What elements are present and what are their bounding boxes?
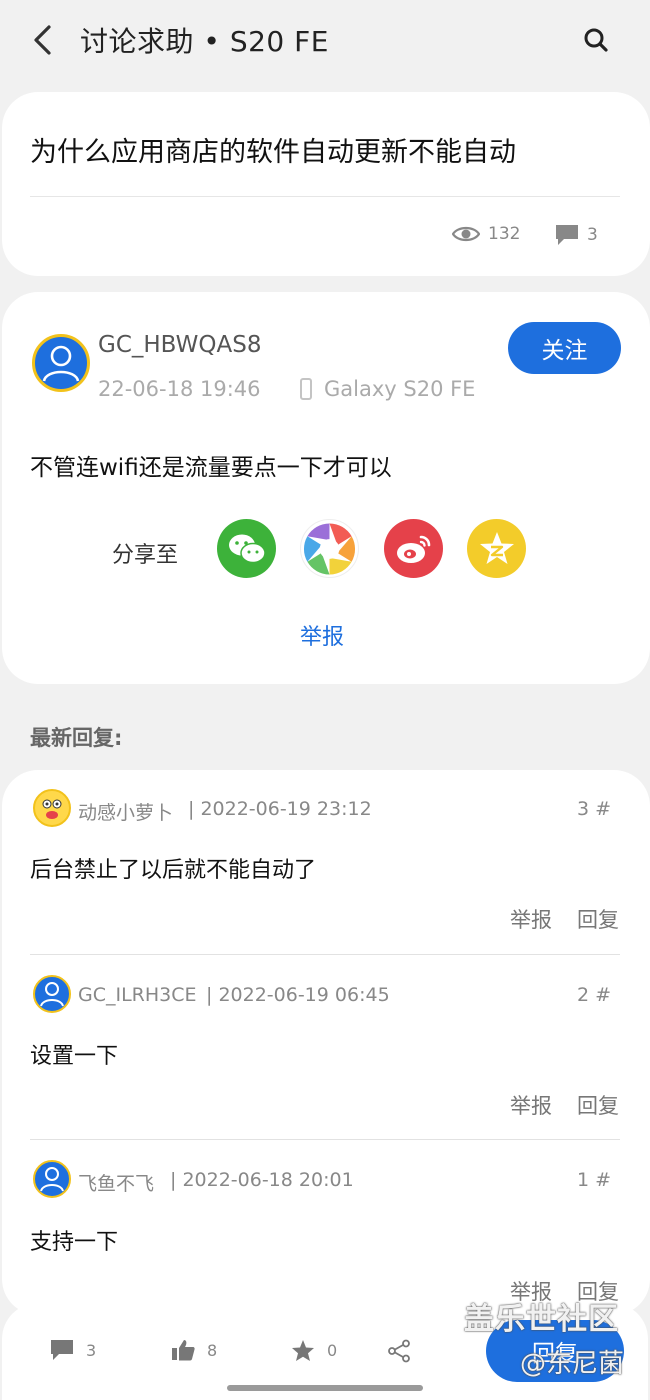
star-icon — [292, 1340, 314, 1361]
reply-button[interactable]: 回复 — [577, 1090, 619, 1120]
cartoon-avatar-icon — [42, 799, 62, 819]
moments-icon — [303, 522, 356, 575]
reply-text: 后台禁止了以后就不能自动了 — [30, 858, 317, 883]
share-moments-button[interactable] — [300, 519, 359, 578]
search-button[interactable] — [578, 22, 614, 58]
favorites-count: 0 — [327, 1341, 338, 1360]
post-device: Galaxy S20 FE — [300, 377, 475, 401]
home-indicator[interactable] — [227, 1385, 423, 1391]
watermark: 盖乐世社区 — [464, 1302, 619, 1337]
avatar[interactable] — [33, 789, 71, 827]
phone-icon — [300, 378, 312, 400]
reply-author[interactable]: 动感小萝卜 — [78, 798, 173, 825]
share-button[interactable] — [387, 1339, 423, 1363]
view-count: 132 — [452, 224, 520, 244]
report-post-link[interactable]: 举报 — [300, 619, 344, 651]
follow-button[interactable]: 关注 — [508, 322, 621, 374]
post-time: 22-06-18 19:46 — [98, 377, 261, 401]
favorite-button[interactable]: 0 — [291, 1339, 337, 1362]
reply-floor: 3 # — [577, 798, 612, 820]
comments-count: 3 — [86, 1340, 97, 1360]
avatar[interactable] — [33, 975, 71, 1013]
reply-floor: 2 # — [577, 984, 612, 1006]
comment-count: 3 — [555, 224, 598, 246]
device-name: Galaxy S20 FE — [324, 377, 476, 401]
weibo-icon — [396, 535, 430, 563]
post-title: 为什么应用商店的软件自动更新不能自动 — [30, 137, 516, 168]
reply-author[interactable]: 飞鱼不飞 — [78, 1169, 154, 1196]
like-button[interactable]: 8 — [171, 1339, 217, 1361]
user-icon — [42, 345, 80, 382]
share-wechat-button[interactable] — [217, 519, 276, 578]
post-body: 不管连wifi还是流量要点一下才可以 — [30, 455, 392, 481]
avatar[interactable] — [32, 334, 90, 392]
wechat-icon — [228, 534, 266, 563]
comments-button[interactable]: 3 — [50, 1339, 96, 1361]
share-icon — [388, 1339, 410, 1363]
latest-replies-heading: 最新回复: — [30, 726, 123, 750]
back-button[interactable] — [22, 18, 62, 62]
user-icon — [40, 982, 64, 1007]
reply-author[interactable]: GC_ILRH3CE — [78, 984, 197, 1006]
comment-count-value: 3 — [587, 225, 598, 245]
share-weibo-button[interactable] — [384, 519, 443, 578]
share-label: 分享至 — [112, 543, 179, 568]
view-count-value: 132 — [488, 224, 521, 244]
comment-icon — [51, 1340, 73, 1360]
eye-icon — [452, 226, 480, 242]
page-title: 讨论求助 • S20 FE — [80, 25, 329, 58]
author-name[interactable]: GC_HBWQAS8 — [98, 332, 261, 358]
watermark: @东尼菌 — [520, 1349, 625, 1379]
chevron-left-icon — [34, 25, 51, 55]
report-reply-button[interactable]: 举报 — [510, 1090, 552, 1120]
likes-count: 8 — [207, 1340, 218, 1360]
search-icon — [584, 28, 608, 52]
share-qzone-button[interactable] — [467, 519, 526, 578]
divider — [30, 954, 620, 955]
reply-date: | 2022-06-19 23:12 — [188, 798, 372, 820]
reply-text: 支持一下 — [30, 1230, 119, 1255]
post-title-card — [2, 92, 650, 276]
reply-date: | 2022-06-19 06:45 — [206, 984, 390, 1006]
qzone-icon — [479, 531, 514, 564]
reply-button[interactable]: 回复 — [577, 904, 619, 934]
reply-text: 设置一下 — [30, 1044, 119, 1069]
comment-icon — [556, 225, 578, 245]
reply-date: | 2022-06-18 20:01 — [170, 1169, 354, 1191]
top-bar: 讨论求助 • S20 FE — [0, 0, 650, 80]
thumbs-up-icon — [172, 1340, 195, 1361]
report-reply-button[interactable]: 举报 — [510, 904, 552, 934]
divider — [30, 196, 620, 197]
avatar[interactable] — [33, 1160, 71, 1198]
reply-floor: 1 # — [577, 1169, 612, 1191]
user-icon — [40, 1167, 64, 1192]
divider — [30, 1139, 620, 1140]
